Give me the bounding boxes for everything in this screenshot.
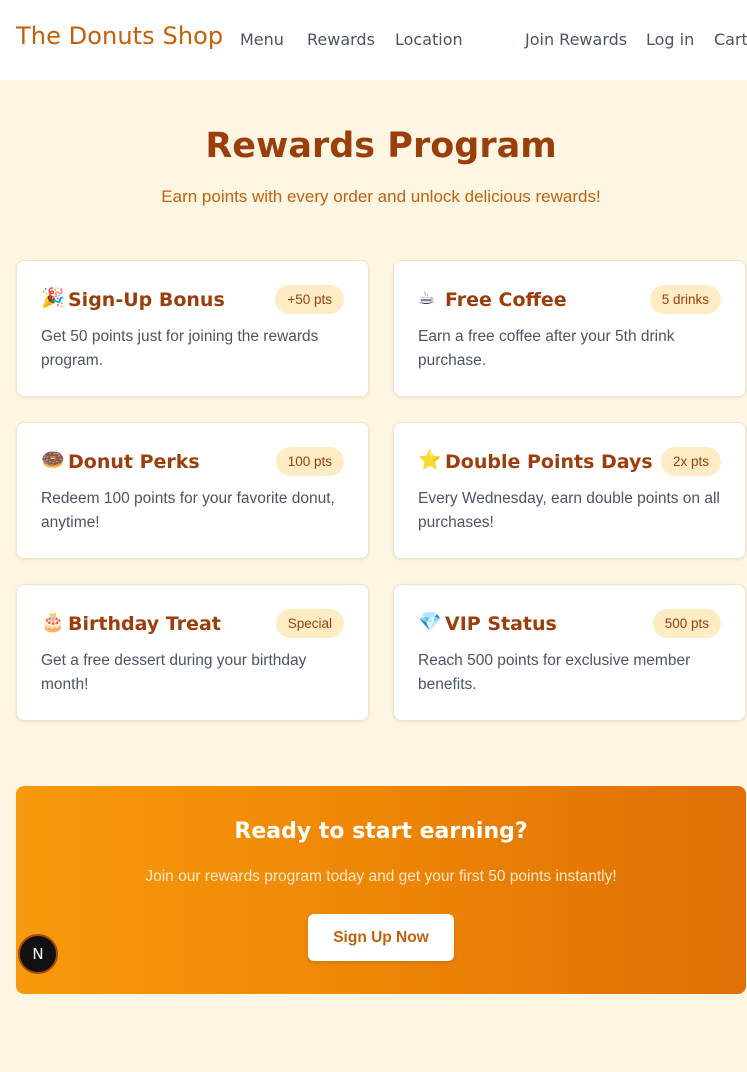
donut-icon: 🍩 xyxy=(41,450,65,471)
reward-description: Get 50 points just for joining the rewar… xyxy=(41,328,319,369)
cta-text: Join our rewards program today and get y… xyxy=(145,868,617,885)
reward-description: Redeem 100 points for your favorite donu… xyxy=(41,490,335,531)
reward-title: Donut Perks xyxy=(68,451,200,473)
points-badge: 100 pts xyxy=(275,447,344,476)
points-badge: Special xyxy=(275,609,344,638)
nav-location[interactable]: Location xyxy=(395,30,463,49)
reward-title: VIP Status xyxy=(445,613,557,635)
party-popper-icon: 🎉 xyxy=(41,288,65,309)
cart-link[interactable]: Cart xyxy=(714,30,747,49)
reward-description: Reach 500 points for exclusive member be… xyxy=(418,652,691,693)
nav-rewards[interactable]: Rewards xyxy=(307,30,375,49)
reward-description: Earn a free coffee after your 5th drink … xyxy=(418,328,675,369)
reward-title: Birthday Treat xyxy=(68,613,221,635)
join-rewards-link[interactable]: Join Rewards xyxy=(525,30,627,49)
reward-card-donut-perks: 🍩 Donut Perks 100 pts Redeem 100 points … xyxy=(16,422,369,559)
reward-card-vip-status: 💎 VIP Status 500 pts Reach 500 points fo… xyxy=(393,584,746,721)
cta-banner: Ready to start earning? Join our rewards… xyxy=(16,786,746,994)
site-header: The Donuts Shop Menu Rewards Location Jo… xyxy=(0,0,747,80)
reward-description: Get a free dessert during your birthday … xyxy=(41,652,307,693)
points-badge: 2x pts xyxy=(660,447,721,476)
reward-card-birthday-treat: 🎂 Birthday Treat Special Get a free dess… xyxy=(16,584,369,721)
star-icon: ⭐ xyxy=(418,450,442,471)
page-title: Rewards Program xyxy=(205,126,557,166)
gem-icon: 💎 xyxy=(418,612,442,633)
reward-card-free-coffee: ☕ Free Coffee 5 drinks Earn a free coffe… xyxy=(393,260,746,397)
points-badge: +50 pts xyxy=(275,285,344,314)
log-in-link[interactable]: Log in xyxy=(646,30,694,49)
reward-title: Double Points Days xyxy=(445,451,653,473)
reward-title: Sign-Up Bonus xyxy=(68,289,225,311)
points-badge: 500 pts xyxy=(652,609,721,638)
sign-up-now-button[interactable]: Sign Up Now xyxy=(308,914,454,961)
coffee-icon: ☕ xyxy=(418,288,436,309)
dev-tools-badge[interactable]: N xyxy=(18,934,58,974)
reward-title: Free Coffee xyxy=(445,289,567,311)
points-badge: 5 drinks xyxy=(649,285,721,314)
cta-title: Ready to start earning? xyxy=(234,819,528,844)
birthday-cake-icon: 🎂 xyxy=(41,612,65,633)
reward-card-double-points-days: ⭐ Double Points Days 2x pts Every Wednes… xyxy=(393,422,746,559)
nav-menu[interactable]: Menu xyxy=(240,30,284,49)
reward-card-sign-up-bonus: 🎉 Sign-Up Bonus +50 pts Get 50 points ju… xyxy=(16,260,369,397)
reward-description: Every Wednesday, earn double points on a… xyxy=(418,490,720,531)
brand-logo[interactable]: The Donuts Shop xyxy=(16,22,223,50)
page-subtitle: Earn points with every order and unlock … xyxy=(161,187,601,206)
